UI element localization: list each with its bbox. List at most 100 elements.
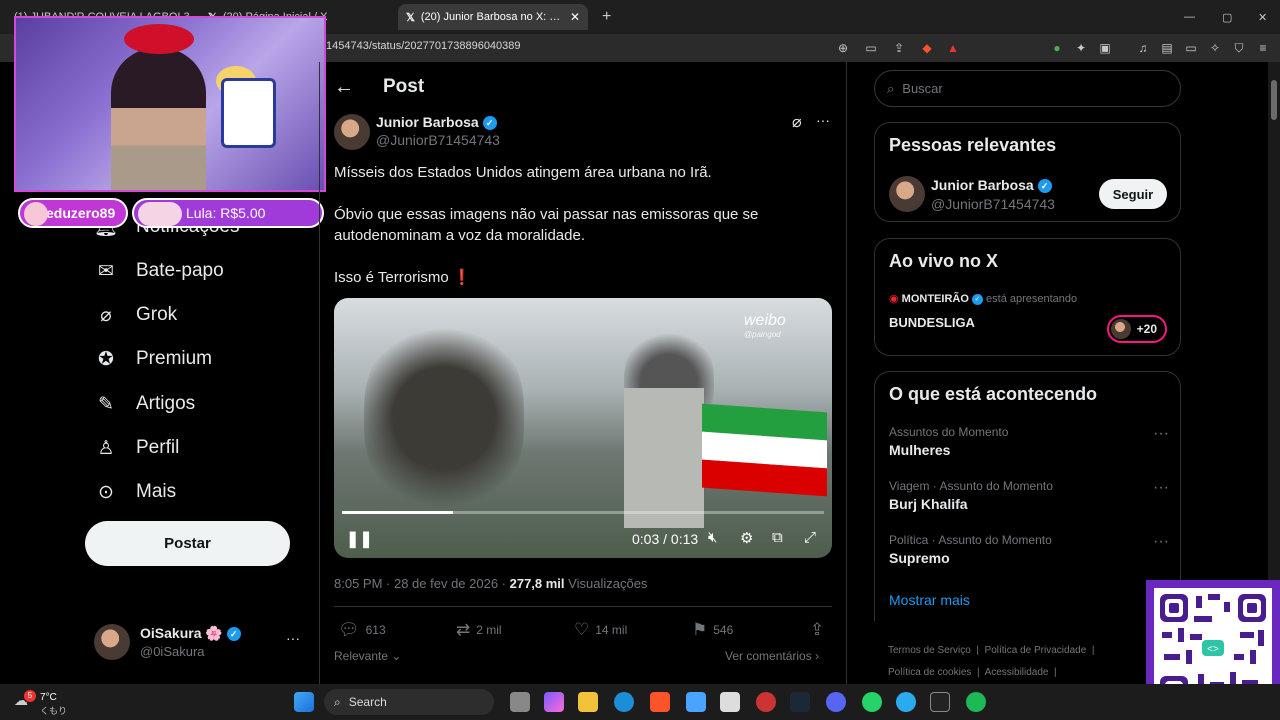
vpn-icon[interactable]: ⛉ (1232, 41, 1246, 55)
reply-button[interactable]: 💬︎ 613 (338, 620, 386, 640)
avatar[interactable] (889, 176, 925, 212)
screenshot-icon[interactable]: ▣ (1098, 41, 1112, 55)
tweet-text: Mísseis dos Estados Unidos atingem área … (334, 162, 804, 288)
cast-icon[interactable]: ▭ (864, 41, 878, 55)
repost-button[interactable]: ⇄ 2 mil (456, 620, 502, 640)
windows-start-icon[interactable] (294, 692, 314, 712)
extension-status-icon[interactable]: ● (1050, 41, 1064, 55)
nav-perfil[interactable]: ♙ Perfil (94, 433, 179, 463)
scrollbar-thumb[interactable] (1271, 80, 1277, 120)
see-comments-link[interactable]: Ver comentários › (725, 649, 819, 663)
account-switcher[interactable]: OiSakura 🌸 ✓ @0iSakura ··· (94, 624, 314, 664)
trend-item[interactable]: Política · Assunto do Momento Supremo ··… (889, 533, 1169, 566)
grok-icon[interactable]: ⌀ (792, 112, 802, 132)
author-avatar[interactable] (334, 114, 370, 150)
task-view-icon[interactable] (510, 692, 530, 712)
follow-button[interactable]: Seguir (1099, 179, 1167, 209)
edge-icon[interactable] (614, 692, 634, 712)
search-input[interactable]: ⌕ Buscar (874, 70, 1181, 107)
show-more-link[interactable]: Mostrar mais (889, 592, 970, 608)
weather-widget[interactable]: ☁ 5 7°C くもり (12, 690, 72, 716)
sidebar-icon[interactable]: ▤ (1160, 41, 1174, 55)
live-show[interactable]: BUNDESLIGA (889, 315, 975, 330)
nav-artigos[interactable]: ✎ Artigos (94, 389, 195, 419)
taskbar-search[interactable]: ⌕ Search (324, 689, 494, 715)
wallet-icon[interactable]: ▭ (1184, 41, 1198, 55)
pip-icon[interactable]: ⧉ (772, 529, 783, 546)
file-explorer-icon[interactable] (578, 692, 598, 712)
close-tab-icon[interactable]: ✕ (570, 10, 580, 24)
new-tab-button[interactable]: + (594, 4, 618, 30)
epic-games-icon[interactable] (930, 692, 950, 712)
author-handle[interactable]: @JuniorB71454743 (376, 132, 500, 148)
taskbar-search-label: Search (348, 695, 387, 709)
share-icon[interactable]: ⇪ (892, 41, 906, 55)
discord-icon[interactable] (826, 692, 846, 712)
heart-icon: ♡ (574, 620, 590, 639)
share-button[interactable]: ⇪ (810, 620, 824, 640)
settings-gear-icon[interactable]: ⚙ (740, 529, 753, 547)
menu-icon[interactable]: ≡ (1256, 41, 1270, 55)
live-listeners[interactable]: +20 (1107, 315, 1167, 343)
app-icon[interactable] (756, 692, 776, 712)
close-window-button[interactable]: ✕ (1250, 4, 1274, 30)
brave-rewards-icon[interactable]: ▲ (946, 41, 960, 55)
live-host-row[interactable]: ◉ MONTEIRÃO ✓ está apresentando (889, 292, 1077, 305)
trend-category: Viagem · Assunto do Momento (889, 479, 1053, 493)
pause-icon[interactable]: ❚❚ (346, 529, 373, 549)
nav-mais[interactable]: ⊙ Mais (94, 477, 176, 507)
trend-name: Supremo (889, 550, 950, 566)
extensions-icon[interactable]: ✦ (1074, 41, 1088, 55)
address-bar[interactable]: 1454743/status/2027701738896040389 (326, 40, 521, 52)
footer-link[interactable]: Política de cookies (888, 667, 971, 678)
trend-item[interactable]: Viagem · Assunto do Momento Burj Khalifa… (889, 479, 1169, 512)
zoom-icon[interactable]: ⊕ (836, 41, 850, 55)
whatsapp-icon[interactable] (862, 692, 882, 712)
mute-icon[interactable]: 🔇︎ (708, 529, 717, 546)
sort-dropdown[interactable]: Relevante ⌄ (334, 649, 401, 663)
bookmark-button[interactable]: ⚑ 546 (692, 620, 733, 640)
more-options-icon[interactable]: ··· (1153, 479, 1169, 497)
music-icon[interactable]: ♫ (1136, 41, 1150, 55)
brave-shield-icon[interactable]: ◆ (920, 41, 934, 55)
telegram-icon[interactable] (896, 692, 916, 712)
like-button[interactable]: ♡ 14 mil (574, 620, 627, 640)
post-timestamp[interactable]: 8:05 PM · 28 de fev de 2026 · (334, 576, 510, 591)
author-name-row[interactable]: Junior Barbosa ✓ (376, 114, 497, 131)
divider (334, 606, 832, 607)
video-progress-bar[interactable] (342, 511, 824, 514)
grok-icon: ⌀ (100, 304, 112, 326)
streamer (111, 48, 206, 190)
maximize-button[interactable]: ▢ (1214, 4, 1238, 30)
trend-item[interactable]: Assuntos do Momento Mulheres ··· (889, 425, 1169, 458)
post-button[interactable]: Postar (85, 521, 290, 566)
store-icon[interactable] (686, 692, 706, 712)
column-divider (319, 62, 320, 684)
person-name-row[interactable]: Junior Barbosa ✓ (931, 177, 1052, 194)
footer-link[interactable]: Termos de Serviço (888, 645, 971, 656)
video-player[interactable]: weibo @paingod ❚❚ 0:03 / 0:13 🔇︎ ⚙ ⧉ ⤢ (334, 298, 832, 558)
nav-grok[interactable]: ⌀ Grok (94, 300, 177, 330)
brave-icon[interactable] (650, 692, 670, 712)
more-options-icon[interactable]: ··· (816, 112, 830, 128)
copilot-icon[interactable] (544, 692, 564, 712)
app-icon[interactable] (720, 692, 740, 712)
back-arrow-icon[interactable]: ← (334, 76, 354, 99)
browser-tab-active[interactable]: 𝕏 (20) Junior Barbosa no X: "Mísseis ✕ (398, 4, 588, 30)
steam-icon[interactable] (790, 692, 810, 712)
more-options-icon[interactable]: ··· (1153, 425, 1169, 443)
nav-bate-papo[interactable]: ✉ Bate-papo (94, 256, 224, 286)
webcam-overlay (14, 16, 326, 192)
nav-premium[interactable]: ✪ Premium (94, 344, 212, 374)
more-options-icon[interactable]: ··· (1153, 533, 1169, 551)
ai-icon[interactable]: ✧ (1208, 41, 1222, 55)
footer-link[interactable]: Política de Privacidade (985, 645, 1087, 656)
chat-user-badge: eduzero89 (18, 198, 128, 228)
account-more-icon[interactable]: ··· (286, 630, 300, 646)
minimize-button[interactable]: — (1176, 4, 1200, 30)
verified-badge-icon: ✪ (98, 348, 114, 370)
fullscreen-icon[interactable]: ⤢ (804, 529, 816, 546)
spotify-icon[interactable] (966, 692, 986, 712)
weather-temp: 7°C (40, 692, 57, 703)
footer-link[interactable]: Acessibilidade (985, 667, 1049, 678)
